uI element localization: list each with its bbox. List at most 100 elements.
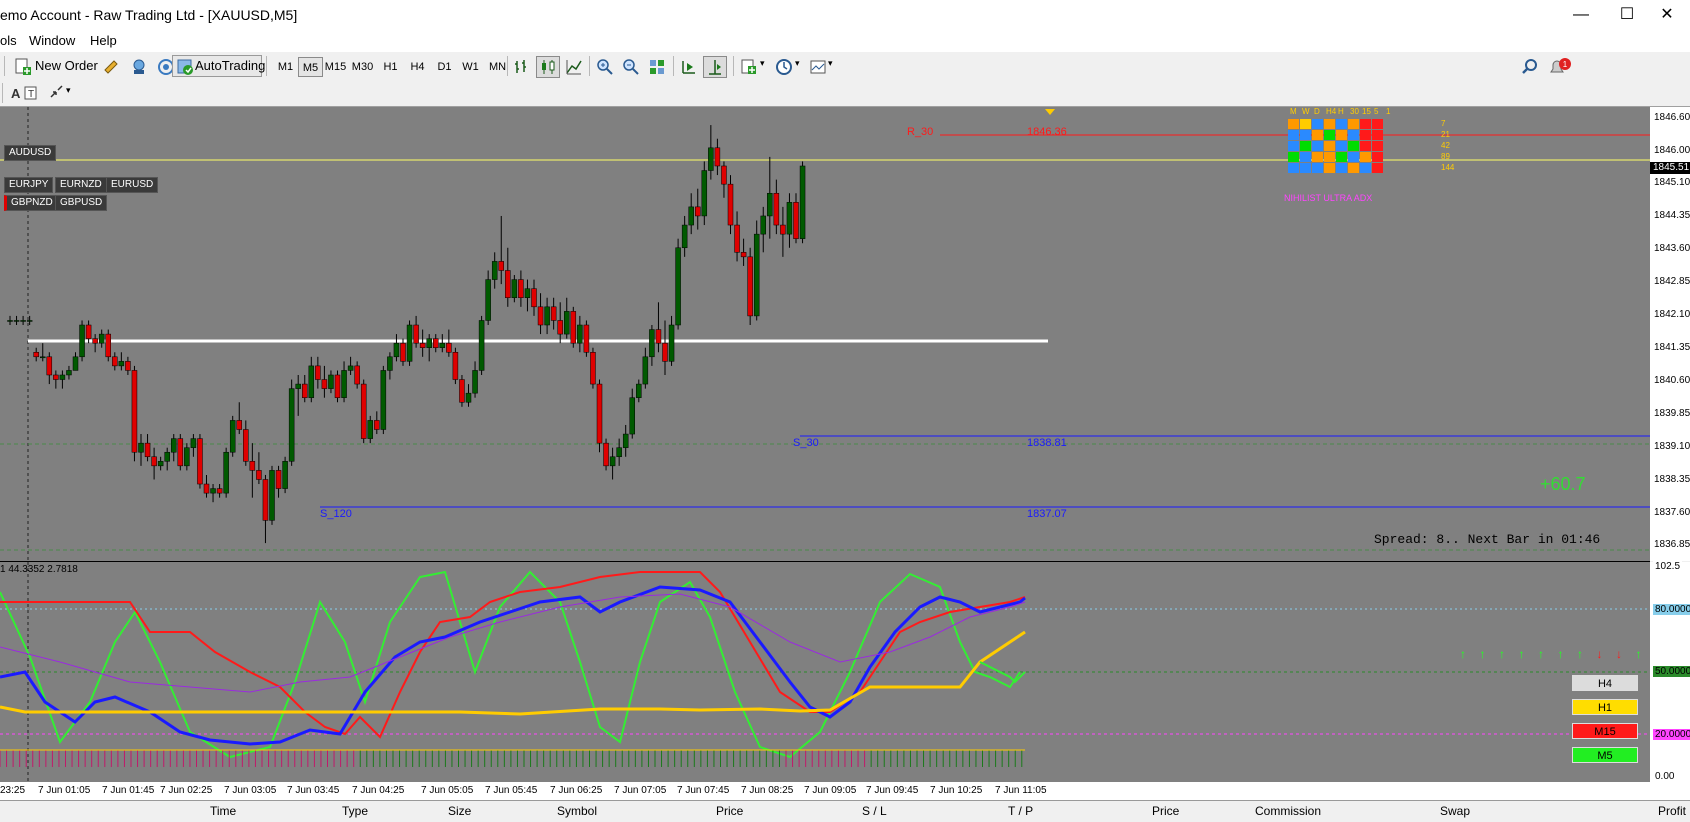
terminal-column-header[interactable]: Time (210, 804, 236, 818)
title-bar: emo Account - Raw Trading Ltd - [XAUUSD,… (0, 0, 1690, 30)
minimize-button[interactable]: — (1558, 0, 1604, 30)
matrix-cell (1288, 152, 1299, 162)
search-icon[interactable] (1521, 58, 1539, 76)
time-axis-label: 7 Jun 09:05 (804, 785, 857, 796)
terminal-column-header[interactable]: Size (448, 804, 471, 818)
matrix-cell (1288, 119, 1299, 129)
market-watch-icon[interactable] (130, 58, 148, 76)
bull-candle (524, 288, 531, 298)
bear-candle (334, 374, 341, 398)
tile-icon[interactable] (648, 58, 666, 76)
timeframe-button-m1[interactable]: M1 (273, 57, 298, 77)
indicator-pane[interactable]: 1 44.3352 2.7818 H4 H1 M15 M5 ↑ ↑ ↑ ↑ ↑ ↑ ↑ ↓ ↓ ↑ (0, 562, 1650, 782)
indicators-icon[interactable] (740, 58, 758, 76)
zoom-in-icon[interactable] (596, 58, 614, 76)
price-scale[interactable] (1650, 107, 1690, 561)
bull-candle (26, 320, 33, 322)
bear-candle (112, 356, 118, 367)
time-axis-label: 7 Jun 03:45 (287, 785, 340, 796)
zoom-out-icon[interactable] (622, 58, 640, 76)
periods-icon[interactable] (775, 58, 793, 76)
timeframe-button-m30[interactable]: M30 (350, 57, 375, 77)
terminal-column-header[interactable]: Swap (1440, 804, 1470, 818)
bear-candle (302, 383, 308, 398)
bear-candle (550, 306, 557, 321)
indicators-dropdown-icon[interactable]: ▾ (760, 58, 765, 69)
matrix-cell (1360, 141, 1371, 151)
symbol-button[interactable]: AUDUSD (4, 145, 57, 161)
bull-candle (118, 361, 125, 367)
chart-shift-button[interactable] (703, 56, 727, 78)
candlesticks-button[interactable] (536, 56, 560, 78)
matrix-header: 1 (1386, 107, 1391, 116)
bear-candle (505, 270, 511, 298)
terminal-column-header[interactable]: Profit (1658, 804, 1686, 818)
autotrading-label: AutoTrading (195, 58, 266, 73)
terminal-column-header[interactable]: S / L (862, 804, 887, 818)
line-chart-icon[interactable] (565, 58, 583, 76)
signal-arrow-up: ↑ (1479, 647, 1486, 661)
symbol-button[interactable]: EURNZD (55, 177, 107, 193)
time-axis-label: 7 Jun 02:25 (160, 785, 213, 796)
terminal-column-header[interactable]: Price (1152, 804, 1179, 818)
timeframe-button-m15[interactable]: M15 (323, 57, 348, 77)
toolbar-separator (673, 56, 674, 76)
symbol-button[interactable]: EURJPY (4, 177, 54, 193)
timeframe-button-m5[interactable]: M5 (298, 57, 323, 77)
new-order-icon[interactable] (14, 58, 32, 76)
bear-candle (655, 329, 662, 344)
symbol-button[interactable]: GBPNZD (4, 195, 58, 211)
bear-candle (243, 429, 249, 462)
svg-text:T: T (28, 89, 34, 100)
bear-candle (197, 438, 203, 485)
terminal-column-header[interactable]: Symbol (557, 804, 597, 818)
bear-candle (721, 165, 727, 185)
symbol-button[interactable]: GBPUSD (55, 195, 108, 211)
timeframe-button-d1[interactable]: D1 (432, 57, 457, 77)
metaeditor-icon[interactable] (102, 58, 120, 76)
menu-help[interactable]: Help (90, 33, 117, 48)
autotrading-button[interactable]: AutoTrading (172, 55, 266, 77)
terminal-column-header[interactable]: T / P (1008, 804, 1033, 818)
line-studies-toolbar: A T ▾ (0, 80, 1690, 107)
label-icon[interactable]: T (22, 84, 40, 102)
bull-candle (786, 202, 793, 235)
toolbar-separator (4, 56, 5, 76)
bull-candle (485, 279, 491, 321)
price-chart[interactable]: AUDUSD EURJPY EURNZD EURUSD GBPNZD GBPUS… (0, 107, 1650, 561)
terminal-column-header[interactable]: Type (342, 804, 368, 818)
terminal-column-header[interactable]: Commission (1255, 804, 1321, 818)
new-order-button[interactable]: New Order (35, 55, 98, 77)
timeframe-button-h1[interactable]: H1 (378, 57, 403, 77)
periods-dropdown-icon[interactable]: ▾ (795, 58, 800, 69)
signal-arrow-down: ↓ (1616, 647, 1622, 661)
matrix-cell (1312, 130, 1323, 140)
bull-candle (439, 342, 446, 348)
bear-candle (321, 379, 328, 389)
close-button[interactable]: ✕ (1644, 0, 1690, 30)
bear-candle (216, 488, 223, 494)
bull-candle (426, 338, 432, 348)
time-axis-label: 7 Jun 04:25 (352, 785, 405, 796)
bull-candle (629, 397, 635, 435)
arrows-dropdown-icon[interactable]: ▾ (66, 85, 71, 96)
arrows-icon[interactable] (48, 84, 66, 102)
matrix-cell (1372, 152, 1383, 162)
bull-candle (688, 206, 694, 226)
bull-candle (465, 392, 472, 403)
terminal-column-header[interactable]: Price (716, 804, 743, 818)
matrix-cell (1348, 152, 1359, 162)
bar-chart-icon[interactable] (513, 58, 531, 76)
templates-icon[interactable] (809, 58, 827, 76)
notification-icon[interactable]: 1 (1549, 58, 1571, 76)
price-axis-label: 1839.85 (1654, 408, 1690, 419)
menu-tools[interactable]: ols (0, 33, 17, 48)
symbol-button[interactable]: EURUSD (106, 177, 159, 193)
bull-candle (668, 324, 675, 362)
timeframe-button-w1[interactable]: W1 (458, 57, 483, 77)
matrix-cell (1372, 163, 1383, 173)
timeframe-button-h4[interactable]: H4 (405, 57, 430, 77)
menu-window[interactable]: Window (29, 33, 75, 48)
autoscroll-icon[interactable] (680, 58, 698, 76)
templates-dropdown-icon[interactable]: ▾ (828, 58, 833, 69)
